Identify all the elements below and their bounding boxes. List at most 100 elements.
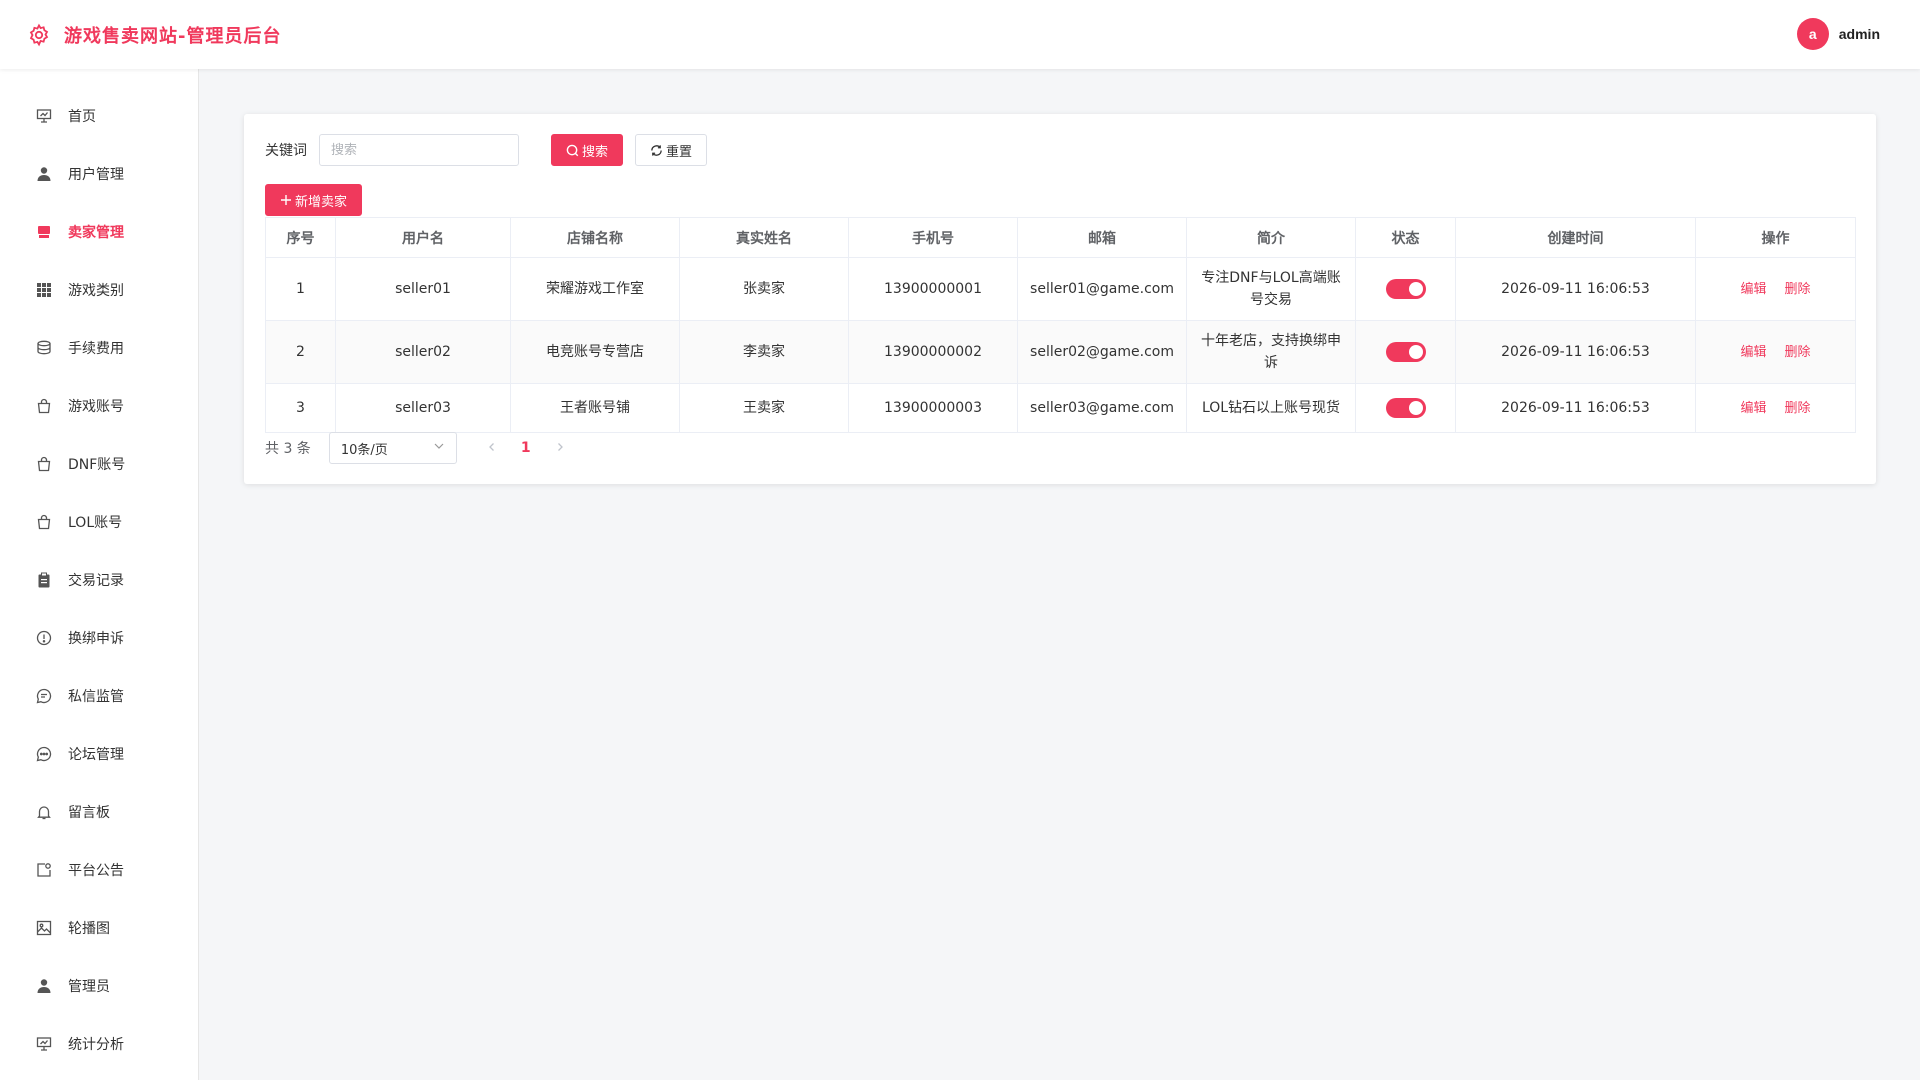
table-header-row: 序号 用户名 店铺名称 真实姓名 手机号 邮箱 简介 状态 创建时间 操作 bbox=[265, 217, 1856, 258]
sidebar-item-appeals[interactable]: 换绑申诉 bbox=[0, 609, 198, 667]
message-icon bbox=[35, 687, 53, 705]
warning-circle-icon bbox=[35, 629, 53, 647]
user-menu[interactable]: a admin bbox=[1796, 18, 1880, 50]
table-row: 3 seller03 王者账号铺 王卖家 13900000003 seller0… bbox=[265, 383, 1856, 433]
keyword-label: 关键词 bbox=[265, 143, 307, 159]
username[interactable]: admin bbox=[1839, 26, 1880, 42]
cell-intro: 专注DNF与LOL高端账号交易 bbox=[1186, 257, 1356, 321]
sidebar-item-label: 轮播图 bbox=[68, 921, 110, 937]
page-size-select[interactable]: 10条/页 bbox=[328, 432, 457, 464]
status-toggle[interactable] bbox=[1385, 279, 1426, 299]
status-toggle[interactable] bbox=[1385, 342, 1426, 362]
cell-username: seller03 bbox=[335, 383, 511, 433]
sidebar-item-lol-accounts[interactable]: LOL账号 bbox=[0, 493, 198, 551]
sidebar-item-users[interactable]: 用户管理 bbox=[0, 145, 198, 203]
cell-no: 1 bbox=[265, 257, 336, 321]
prev-page-icon[interactable] bbox=[487, 440, 497, 456]
app-title: 游戏售卖网站-管理员后台 bbox=[64, 25, 282, 47]
sidebar-item-forum[interactable]: 论坛管理 bbox=[0, 725, 198, 783]
reset-button[interactable]: 重置 bbox=[635, 134, 708, 166]
reset-button-label: 重置 bbox=[666, 144, 693, 160]
search-toolbar: 关键词 搜索 重置 bbox=[265, 134, 708, 166]
bell-icon bbox=[35, 803, 53, 821]
cell-actions: 编辑 删除 bbox=[1695, 257, 1856, 321]
sidebar-item-fees[interactable]: 手续费用 bbox=[0, 319, 198, 377]
presentation-icon bbox=[35, 107, 53, 125]
cell-phone: 13900000001 bbox=[848, 257, 1018, 321]
sidebar-item-label: 用户管理 bbox=[68, 167, 124, 183]
cell-username: seller01 bbox=[335, 257, 511, 321]
sidebar-item-label: 手续费用 bbox=[68, 341, 124, 357]
add-seller-label: 新增卖家 bbox=[295, 194, 348, 210]
search-icon bbox=[566, 144, 579, 157]
column-header: 序号 bbox=[265, 217, 336, 258]
cell-shop: 电竞账号专营店 bbox=[510, 320, 680, 384]
sidebar-item-sellers[interactable]: 卖家管理 bbox=[0, 203, 198, 261]
cell-created: 2026-09-11 16:06:53 bbox=[1455, 257, 1696, 321]
cell-status bbox=[1355, 257, 1456, 321]
cell-real-name: 王卖家 bbox=[679, 383, 849, 433]
delete-link[interactable]: 删除 bbox=[1785, 282, 1811, 297]
bag-icon bbox=[35, 397, 53, 415]
cell-username: seller02 bbox=[335, 320, 511, 384]
sidebar: 首页 用户管理 卖家管理 游戏类别 手续费用 游戏账号 DNF账号 LOL账号 … bbox=[0, 69, 199, 1080]
search-input[interactable] bbox=[319, 134, 519, 166]
bag-icon bbox=[35, 455, 53, 473]
sidebar-item-label: LOL账号 bbox=[68, 515, 123, 531]
status-toggle[interactable] bbox=[1385, 398, 1426, 418]
sidebar-item-label: 留言板 bbox=[68, 805, 110, 821]
sidebar-item-home[interactable]: 首页 bbox=[0, 87, 198, 145]
sidebar-item-label: 卖家管理 bbox=[68, 225, 124, 241]
sidebar-item-admins[interactable]: 管理员 bbox=[0, 957, 198, 1015]
sidebar-item-carousel[interactable]: 轮播图 bbox=[0, 899, 198, 957]
sidebar-item-label: 统计分析 bbox=[68, 1037, 124, 1053]
sidebar-item-game-categories[interactable]: 游戏类别 bbox=[0, 261, 198, 319]
delete-link[interactable]: 删除 bbox=[1785, 345, 1811, 360]
sidebar-item-game-accounts[interactable]: 游戏账号 bbox=[0, 377, 198, 435]
sidebar-item-private-messages[interactable]: 私信监管 bbox=[0, 667, 198, 725]
refresh-icon bbox=[650, 144, 663, 157]
plus-icon bbox=[280, 194, 292, 206]
page-size-value: 10条/页 bbox=[340, 442, 388, 458]
delete-link[interactable]: 删除 bbox=[1785, 401, 1811, 416]
cell-intro: LOL钻石以上账号现货 bbox=[1186, 383, 1356, 433]
bag-icon bbox=[35, 513, 53, 531]
cell-status bbox=[1355, 320, 1456, 384]
cell-email: seller02@game.com bbox=[1017, 320, 1187, 384]
sidebar-item-label: DNF账号 bbox=[68, 457, 126, 473]
edit-link[interactable]: 编辑 bbox=[1740, 345, 1766, 360]
column-header: 简介 bbox=[1186, 217, 1356, 258]
sidebar-item-label: 交易记录 bbox=[68, 573, 124, 589]
cell-intro: 十年老店，支持换绑申诉 bbox=[1186, 320, 1356, 384]
sidebar-item-statistics[interactable]: 统计分析 bbox=[0, 1015, 198, 1073]
cell-real-name: 张卖家 bbox=[679, 257, 849, 321]
notice-icon bbox=[35, 861, 53, 879]
search-button[interactable]: 搜索 bbox=[551, 134, 624, 166]
sidebar-item-label: 论坛管理 bbox=[68, 747, 124, 763]
next-page-icon[interactable] bbox=[555, 440, 565, 456]
column-header: 创建时间 bbox=[1455, 217, 1696, 258]
edit-link[interactable]: 编辑 bbox=[1740, 401, 1766, 416]
sidebar-item-guestbook[interactable]: 留言板 bbox=[0, 783, 198, 841]
sidebar-item-label: 平台公告 bbox=[68, 863, 124, 879]
sidebar-item-label: 首页 bbox=[68, 109, 96, 125]
cell-actions: 编辑 删除 bbox=[1695, 320, 1856, 384]
sidebar-item-dnf-accounts[interactable]: DNF账号 bbox=[0, 435, 198, 493]
add-seller-button[interactable]: 新增卖家 bbox=[265, 184, 363, 216]
avatar[interactable]: a bbox=[1796, 18, 1829, 50]
sidebar-item-transactions[interactable]: 交易记录 bbox=[0, 551, 198, 609]
coins-icon bbox=[35, 339, 53, 357]
column-header: 真实姓名 bbox=[679, 217, 849, 258]
edit-link[interactable]: 编辑 bbox=[1740, 282, 1766, 297]
clipboard-icon bbox=[35, 571, 53, 589]
pagination: 共 3 条 10条/页 1 bbox=[265, 432, 565, 464]
chevron-down-icon bbox=[433, 440, 445, 456]
seller-management-panel: 关键词 搜索 重置 新增卖家 序号 用户名 店铺名称 真实姓名 手机号 邮箱 简… bbox=[244, 114, 1876, 484]
total-count: 共 3 条 bbox=[265, 441, 311, 457]
top-header: 游戏售卖网站-管理员后台 a admin bbox=[0, 0, 1920, 69]
column-header: 店铺名称 bbox=[510, 217, 680, 258]
page-number[interactable]: 1 bbox=[521, 440, 531, 456]
picture-icon bbox=[35, 919, 53, 937]
sidebar-item-announcements[interactable]: 平台公告 bbox=[0, 841, 198, 899]
search-button-label: 搜索 bbox=[582, 144, 609, 160]
